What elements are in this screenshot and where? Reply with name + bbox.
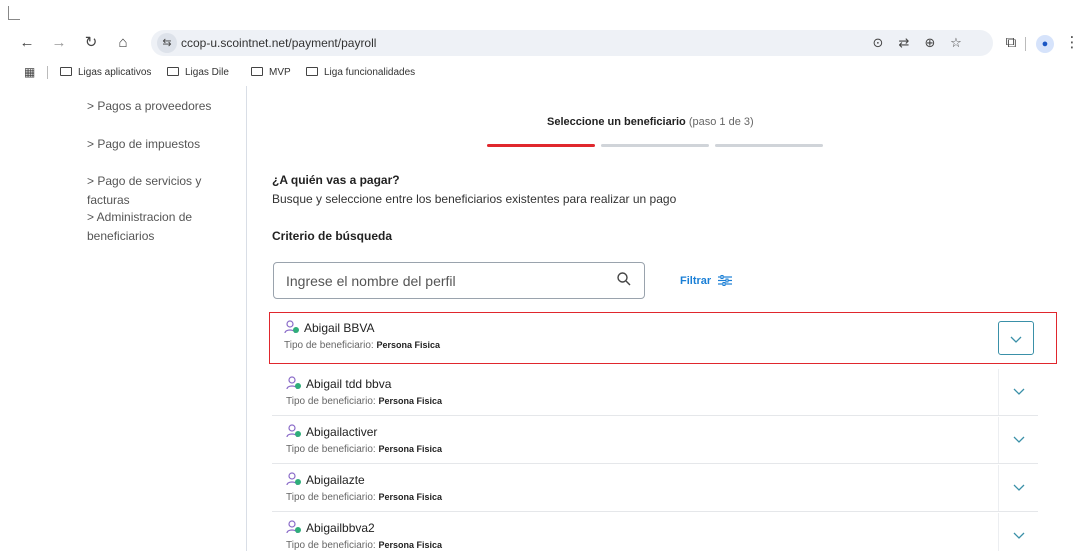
menu-kebab-icon[interactable]: ⋮ (1061, 32, 1083, 54)
beneficiary-name: Abigail tdd bbva (286, 376, 391, 391)
beneficiary-type: Tipo de beneficiario: Persona Fisica (286, 540, 442, 551)
stepper-subtitle: (paso 1 de 3) (688, 116, 754, 128)
beneficiary-type: Tipo de beneficiario: Persona Fisica (286, 492, 442, 503)
beneficiary-type-value: Persona Fisica (378, 444, 443, 454)
bookmark-label: Ligas aplicativos (78, 67, 152, 78)
apps-grid-icon[interactable]: ▦ (24, 65, 38, 79)
beneficiary-type: Tipo de beneficiario: Persona Fisica (286, 444, 442, 455)
beneficiary-type-label: Tipo de beneficiario: (286, 396, 376, 407)
beneficiary-type-label: Tipo de beneficiario: (286, 444, 376, 455)
filter-sliders-icon (718, 275, 733, 286)
sidebar-item-pago-impuestos[interactable]: > Pago de impuestos (87, 135, 247, 154)
browser-toolbar: ← → ↻ ⌂ ⇆ ccop-u.scointnet.net/payment/p… (0, 26, 1083, 60)
person-icon (284, 320, 299, 334)
beneficiary-name-text: Abigailazte (306, 473, 365, 487)
bookmarks-bar: ▦ Ligas aplicativos Ligas Dile MVP Liga … (0, 60, 1083, 86)
person-icon (286, 520, 301, 534)
bookmark-label: MVP (269, 67, 291, 78)
chevron-down-icon (1013, 436, 1025, 443)
stepper-title-text: Seleccione un beneficiario (547, 116, 686, 128)
bookmark-mvp[interactable]: MVP (251, 64, 291, 82)
person-icon (286, 472, 301, 486)
sidebar-item-pagos-proveedores[interactable]: > Pagos a proveedores (87, 97, 247, 116)
beneficiary-type-value: Persona Fisica (378, 540, 443, 550)
home-icon[interactable]: ⌂ (112, 32, 134, 54)
back-arrow-icon[interactable]: ← (16, 32, 38, 54)
search-field[interactable] (273, 262, 645, 299)
filter-label: Filtrar (680, 275, 712, 287)
progress-step-3 (715, 144, 823, 147)
beneficiary-name: Abigailbbva2 (286, 520, 375, 535)
beneficiary-type-value: Persona Fisica (378, 396, 443, 406)
window-corner-mark (8, 6, 20, 20)
search-input[interactable] (286, 271, 606, 291)
person-icon (286, 376, 301, 390)
reload-icon[interactable]: ↻ (80, 32, 102, 54)
beneficiary-type: Tipo de beneficiario: Persona Fisica (284, 340, 440, 351)
beneficiary-row[interactable]: Abigailazte Tipo de beneficiario: Person… (272, 465, 1038, 512)
bookmark-label: Liga funcionalidades (324, 67, 416, 78)
chevron-down-icon (1013, 532, 1025, 539)
progress-step-1-active (487, 144, 595, 147)
beneficiary-row[interactable]: Abigailbbva2 Tipo de beneficiario: Perso… (272, 513, 1038, 551)
person-icon (286, 424, 301, 438)
chevron-down-icon (1013, 484, 1025, 491)
question-description: Busque y seleccione entre los beneficiar… (272, 192, 677, 206)
bookmarks-divider (47, 66, 48, 79)
beneficiary-row[interactable]: Abigail BBVA Tipo de beneficiario: Perso… (269, 312, 1057, 364)
expand-button[interactable] (998, 321, 1034, 355)
expand-button[interactable] (998, 513, 1038, 551)
stepper-title: Seleccione un beneficiario (paso 1 de 3) (547, 116, 754, 128)
beneficiary-type-value: Persona Fisica (378, 492, 443, 502)
beneficiary-name-text: Abigailactiver (306, 425, 378, 439)
extensions-icon[interactable]: ⧉ (1000, 32, 1022, 54)
profile-avatar-icon[interactable]: ● (1036, 35, 1054, 53)
bookmark-label: Ligas Dile (185, 67, 229, 78)
bookmark-ligas-aplicativos[interactable]: Ligas aplicativos (60, 64, 151, 82)
url-text[interactable]: ccop-u.scointnet.net/payment/payroll (181, 36, 376, 50)
site-settings-icon[interactable]: ⇆ (157, 33, 177, 53)
beneficiary-name-text: Abigail tdd bbva (306, 377, 392, 391)
folder-icon (60, 67, 72, 76)
address-bar[interactable]: ⇆ ccop-u.scointnet.net/payment/payroll ⊙… (151, 30, 993, 56)
folder-icon (306, 67, 318, 76)
filter-button[interactable]: Filtrar (680, 275, 733, 287)
location-icon[interactable]: ⊙ (869, 34, 887, 52)
search-criteria-label: Criterio de búsqueda (272, 229, 393, 243)
main-content: Seleccione un beneficiario (paso 1 de 3)… (246, 86, 1083, 551)
chevron-down-icon (1010, 336, 1022, 343)
beneficiary-name: Abigailazte (286, 472, 365, 487)
question-heading: ¿A quién vas a pagar? (272, 173, 400, 187)
bookmark-star-icon[interactable]: ☆ (947, 34, 965, 52)
search-icon[interactable] (616, 271, 632, 287)
beneficiary-type-value: Persona Fisica (376, 340, 441, 350)
beneficiary-type-label: Tipo de beneficiario: (286, 492, 376, 503)
sidebar-item-administracion-beneficiarios[interactable]: > Administracion de beneficiarios (87, 208, 227, 246)
beneficiary-type: Tipo de beneficiario: Persona Fisica (286, 396, 442, 407)
beneficiary-name: Abigailactiver (286, 424, 377, 439)
sidebar-nav: > Pagos a proveedores > Pago de impuesto… (60, 86, 246, 551)
beneficiary-type-label: Tipo de beneficiario: (286, 540, 376, 551)
forward-arrow-icon[interactable]: → (48, 32, 70, 54)
translate-icon[interactable]: ⇄ (895, 34, 913, 52)
toolbar-divider (1025, 37, 1026, 51)
beneficiary-row[interactable]: Abigailactiver Tipo de beneficiario: Per… (272, 417, 1038, 464)
expand-button[interactable] (998, 465, 1038, 511)
bookmark-liga-funcionalidades[interactable]: Liga funcionalidades (306, 64, 415, 82)
beneficiary-row[interactable]: Abigail tdd bbva Tipo de beneficiario: P… (272, 369, 1038, 416)
folder-icon (251, 67, 263, 76)
chevron-down-icon (1013, 388, 1025, 395)
beneficiary-name-text: Abigail BBVA (304, 321, 375, 335)
expand-button[interactable] (998, 417, 1038, 463)
sidebar-item-pago-servicios[interactable]: > Pago de servicios y facturas (87, 172, 247, 210)
expand-button[interactable] (998, 369, 1038, 415)
folder-icon (167, 67, 179, 76)
bookmark-ligas-dile[interactable]: Ligas Dile (167, 64, 229, 82)
progress-step-2 (601, 144, 709, 147)
beneficiary-name: Abigail BBVA (284, 320, 374, 335)
beneficiary-type-label: Tipo de beneficiario: (284, 340, 374, 351)
zoom-icon[interactable]: ⊕ (921, 34, 939, 52)
beneficiary-name-text: Abigailbbva2 (306, 521, 375, 535)
